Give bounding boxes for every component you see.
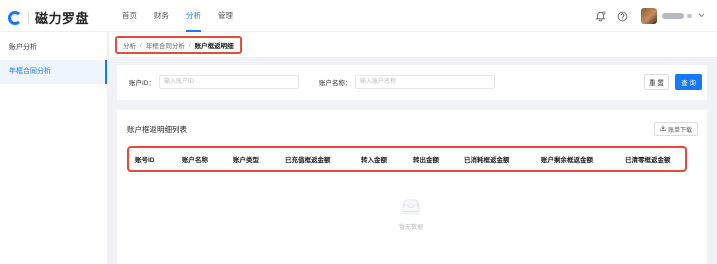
empty-text: 暂无数据 bbox=[398, 225, 423, 231]
column-header[interactable]: 账户名称 bbox=[182, 154, 208, 164]
breadcrumb-item-current: 账户框返明细 bbox=[194, 43, 234, 50]
column-header[interactable]: 账号ID bbox=[135, 154, 155, 164]
app-logo[interactable]: 磁力罗盘 bbox=[8, 8, 89, 27]
logo-divider bbox=[28, 11, 29, 24]
column-header[interactable]: 账户类型 bbox=[233, 154, 259, 164]
bell-icon[interactable] bbox=[593, 9, 607, 23]
account-id-input[interactable] bbox=[159, 75, 299, 89]
breadcrumb-separator: / bbox=[188, 41, 191, 49]
column-header[interactable]: 已清零框返金额 bbox=[625, 154, 671, 164]
help-icon[interactable] bbox=[615, 9, 629, 23]
user-name-blurred[interactable] bbox=[662, 13, 684, 19]
sidebar-item-annual-contract-analysis[interactable]: 年框合同分析 bbox=[0, 60, 107, 84]
account-name-label: 账户名称： bbox=[319, 80, 352, 87]
nav-item-finance[interactable]: 财务 bbox=[154, 0, 180, 32]
column-header[interactable]: 转入金额 bbox=[361, 154, 387, 164]
chevron-down-icon[interactable] bbox=[698, 13, 705, 20]
breadcrumb-separator: / bbox=[140, 41, 142, 49]
column-header[interactable]: 已消耗框返金额 bbox=[464, 154, 510, 164]
header-actions bbox=[585, 8, 705, 24]
empty-box-icon bbox=[399, 198, 423, 216]
logo-icon bbox=[8, 10, 22, 25]
top-header: 磁力罗盘 首页 财务 分析 管理 bbox=[0, 0, 717, 32]
table-header: 账号ID 账户名称 账户类型 已充值框返金额 转入金额 转出金额 已消耗框返金额… bbox=[127, 146, 687, 172]
sidebar-item-account-analysis[interactable]: 账户分析 bbox=[0, 36, 107, 60]
sidebar: 账户分析 年框合同分析 bbox=[0, 32, 108, 264]
nav-item-analysis[interactable]: 分析 bbox=[186, 0, 212, 32]
account-id-label: 账户ID： bbox=[129, 80, 155, 87]
download-bill-label: 账单下载 bbox=[667, 127, 692, 134]
table-title: 账户框返明细列表 bbox=[127, 125, 187, 134]
download-bill-button[interactable]: 账单下载 bbox=[653, 122, 698, 136]
column-header[interactable]: 账户剩余框返金额 bbox=[541, 154, 593, 164]
nav-item-manage[interactable]: 管理 bbox=[218, 0, 244, 32]
column-header[interactable]: 转出金额 bbox=[413, 154, 439, 164]
breadcrumb-bar: 分析 / 年框合同分析 / 账户框返明细 bbox=[109, 32, 717, 58]
reset-button[interactable]: 重 置 bbox=[644, 74, 669, 90]
empty-state: 暂无数据 bbox=[389, 198, 433, 231]
top-nav: 首页 财务 分析 管理 bbox=[122, 0, 250, 32]
nav-item-home[interactable]: 首页 bbox=[122, 0, 148, 32]
column-header[interactable]: 已充值框返金额 bbox=[285, 154, 331, 164]
breadcrumb: 分析 / 年框合同分析 / 账户框返明细 bbox=[115, 36, 242, 54]
breadcrumb-item-analysis[interactable]: 分析 bbox=[123, 40, 136, 50]
search-panel: 账户ID： 账户名称： 重 置 查 询 bbox=[117, 65, 707, 100]
user-extra-blurred bbox=[687, 14, 692, 18]
table-panel: 账户框返明细列表 账单下载 账号ID 账户名称 账户类型 已充值框返金额 转入金… bbox=[117, 110, 707, 264]
download-icon bbox=[660, 125, 666, 133]
breadcrumb-item-annual-contract[interactable]: 年框合同分析 bbox=[146, 40, 185, 50]
avatar[interactable] bbox=[641, 8, 657, 24]
account-name-input[interactable] bbox=[355, 75, 495, 89]
query-button[interactable]: 查 询 bbox=[675, 74, 702, 90]
logo-text: 磁力罗盘 bbox=[35, 11, 90, 26]
